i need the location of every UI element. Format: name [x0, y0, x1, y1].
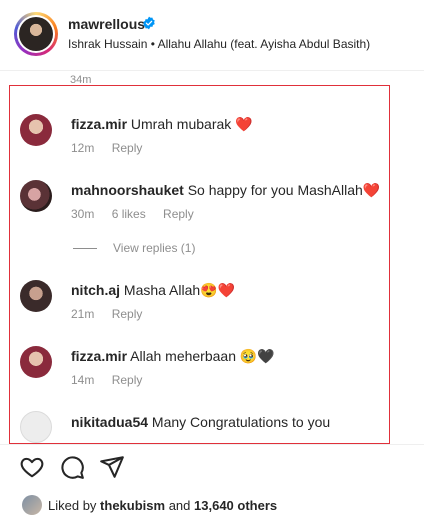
comment-text: mahnoorshauket So happy for you MashAlla…	[71, 182, 380, 199]
reply-button[interactable]: Reply	[112, 141, 143, 155]
comment-body: Many Congratulations to you	[151, 414, 331, 430]
view-replies-button[interactable]: View replies (1)	[73, 241, 195, 255]
reply-button[interactable]: Reply	[112, 307, 143, 321]
post-username[interactable]: mawrellous	[68, 16, 145, 32]
comment-body: So happy for you MashAllah	[187, 182, 363, 198]
share-icon[interactable]	[99, 454, 125, 480]
comment-username[interactable]: nikitadua54	[71, 414, 148, 430]
comment-icon[interactable]	[59, 454, 85, 480]
comment-time: 30m	[71, 207, 95, 221]
comment-username[interactable]: mahnoorshauket	[71, 182, 184, 198]
post-actions	[0, 450, 424, 482]
heart-icon[interactable]	[19, 454, 45, 480]
post-header: mawrellous Ishrak Hussain • Allahu Allah…	[0, 0, 424, 71]
comment-text: fizza.mir Umrah mubarak ❤️	[71, 116, 253, 133]
teary-face-black-heart-emoji: 🥹🖤	[239, 348, 275, 364]
comment-text: nitch.aj Masha Allah😍❤️	[71, 282, 235, 299]
divider	[0, 444, 424, 445]
comment-time: 14m	[71, 373, 95, 387]
comment-body: Allah meherbaan	[130, 348, 236, 364]
commenter-avatar[interactable]	[20, 346, 52, 378]
comment-meta: 30m 6 likes Reply	[71, 207, 208, 221]
commenter-avatar[interactable]	[20, 411, 52, 443]
commenter-avatar[interactable]	[20, 280, 52, 312]
comments-list[interactable]: fizza.mir Umrah mubarak ❤️ 12m Reply mah…	[9, 85, 390, 444]
comment-likes[interactable]: 6 likes	[112, 207, 146, 221]
profile-avatar[interactable]	[14, 12, 58, 56]
heart-eyes-heart-emoji: 😍❤️	[200, 282, 236, 298]
comment-username[interactable]: nitch.aj	[71, 282, 120, 298]
comment-meta: 21m Reply	[71, 307, 156, 321]
reply-button[interactable]: Reply	[163, 207, 194, 221]
likes-text: Liked by thekubism and 13,640 others	[48, 498, 278, 513]
likes-count[interactable]: 13,640 others	[194, 498, 277, 513]
red-heart-emoji: ❤️	[235, 116, 253, 132]
comment-time: 21m	[71, 307, 95, 321]
red-heart-emoji: ❤️	[362, 182, 381, 198]
view-replies-line	[73, 248, 97, 250]
comment-text: fizza.mir Allah meherbaan 🥹🖤	[71, 348, 275, 365]
comment-meta: 14m Reply	[71, 373, 156, 387]
comment-time: 12m	[71, 141, 95, 155]
comment-body: Umrah mubarak	[130, 116, 232, 132]
commenter-avatar[interactable]	[20, 114, 52, 146]
liker-avatar[interactable]	[22, 495, 42, 515]
verified-badge-icon	[143, 16, 155, 30]
commenter-avatar[interactable]	[20, 180, 52, 212]
song-attribution[interactable]: Ishrak Hussain • Allahu Allahu (feat. Ay…	[68, 37, 370, 51]
comment-username[interactable]: fizza.mir	[71, 116, 127, 132]
likes-summary: Liked by thekubism and 13,640 others	[0, 492, 424, 518]
comment-body: Masha Allah	[123, 282, 201, 298]
liker-username[interactable]: thekubism	[100, 498, 165, 513]
comment-username[interactable]: fizza.mir	[71, 348, 127, 364]
comment-text: nikitadua54 Many Congratulations to you	[71, 414, 330, 430]
view-replies-label: View replies (1)	[113, 241, 196, 255]
reply-button[interactable]: Reply	[112, 373, 143, 387]
comment-meta: 12m Reply	[71, 141, 156, 155]
